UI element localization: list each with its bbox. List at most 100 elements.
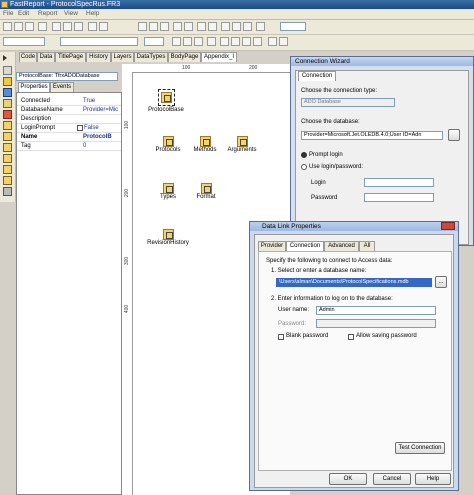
save-icon[interactable]: [25, 22, 34, 31]
font-color-icon[interactable]: [207, 37, 216, 46]
close-icon[interactable]: [441, 222, 455, 230]
tab-appendix[interactable]: Appendix_I: [201, 52, 237, 62]
tab-history[interactable]: History: [86, 52, 111, 62]
use-login-radio[interactable]: [301, 164, 307, 170]
test-connection-button[interactable]: Test Connection: [395, 442, 445, 454]
password-field[interactable]: [364, 193, 434, 202]
tab-bodypage[interactable]: BodyPage: [168, 52, 201, 62]
dialog-object-icon[interactable]: [3, 154, 12, 163]
prop-value[interactable]: ProtocolB: [83, 133, 121, 141]
undo-icon[interactable]: [173, 22, 182, 31]
hand-tool-icon[interactable]: [3, 66, 12, 75]
tab-data[interactable]: Data: [37, 52, 55, 62]
prop-row-databasename[interactable]: DatabaseName Provider=Mic: [17, 106, 121, 115]
chart-object-icon[interactable]: [3, 165, 12, 174]
component-protocolbase[interactable]: ProtocolBase: [131, 89, 201, 113]
tab-provider[interactable]: Provider: [258, 241, 286, 251]
blank-password-checkbox[interactable]: [278, 334, 284, 340]
login-field[interactable]: [364, 178, 434, 187]
ok-button[interactable]: OK: [329, 473, 367, 485]
help-button[interactable]: Help: [415, 473, 451, 485]
zoom-combo[interactable]: [280, 22, 306, 31]
align-justify-icon[interactable]: [253, 37, 262, 46]
tab-layers[interactable]: Layers: [111, 52, 134, 62]
underline-icon[interactable]: [194, 37, 203, 46]
allow-saving-checkbox[interactable]: [348, 334, 354, 340]
menu-file[interactable]: File: [3, 10, 13, 17]
align-right-icon[interactable]: [242, 37, 251, 46]
tab-events[interactable]: Events: [50, 82, 74, 92]
prop-value[interactable]: Provider=Mic: [83, 106, 121, 114]
delete-page-icon[interactable]: [63, 22, 72, 31]
loginprompt-checkbox[interactable]: [77, 125, 83, 131]
variables-icon[interactable]: [88, 22, 97, 31]
tab-properties[interactable]: Properties: [18, 82, 50, 92]
picture-object-icon[interactable]: [3, 88, 12, 97]
align-left-icon[interactable]: [220, 37, 229, 46]
database-field[interactable]: Provider=Microsoft.Jet.OLEDB.4.0;User ID…: [301, 131, 443, 140]
menu-report[interactable]: Report: [38, 10, 58, 17]
cancel-button[interactable]: Cancel: [373, 473, 411, 485]
tab-connection[interactable]: Connection: [298, 71, 336, 81]
browse-button[interactable]: [448, 129, 460, 141]
page-setup-icon[interactable]: [74, 22, 83, 31]
style-combo[interactable]: [3, 37, 45, 46]
new-icon[interactable]: [3, 22, 12, 31]
tab-titlepage[interactable]: TitlePage: [55, 52, 86, 62]
tab-advanced[interactable]: Advanced: [324, 241, 359, 251]
barcode-object-icon[interactable]: [3, 176, 12, 185]
query-object-icon[interactable]: [3, 143, 12, 152]
tab-code[interactable]: Code: [19, 52, 37, 62]
ungroup-icon[interactable]: [208, 22, 217, 31]
text-object-icon[interactable]: [3, 77, 12, 86]
dlp-password-field[interactable]: [316, 319, 436, 328]
grid-icon[interactable]: [221, 22, 230, 31]
valign-top-icon[interactable]: [268, 37, 277, 46]
component-format[interactable]: Format: [171, 183, 241, 200]
cut-icon[interactable]: [138, 22, 147, 31]
database-object-icon[interactable]: [3, 121, 12, 130]
component-arguments[interactable]: Arguments: [207, 136, 277, 153]
menu-view[interactable]: View: [64, 10, 78, 17]
menu-edit[interactable]: Edit: [18, 10, 29, 17]
group-icon[interactable]: [197, 22, 206, 31]
tab-connection-dlp[interactable]: Connection: [286, 241, 324, 251]
preview-icon[interactable]: [38, 22, 47, 31]
table-object-icon[interactable]: [3, 132, 12, 141]
component-revisionhistory[interactable]: RevisionHistory: [133, 229, 203, 246]
subreport-icon[interactable]: [3, 110, 12, 119]
prop-row-loginprompt[interactable]: LoginPrompt False: [17, 124, 121, 133]
prop-value[interactable]: True: [83, 97, 121, 105]
prop-row-name[interactable]: Name ProtocolB: [17, 133, 121, 142]
font-combo[interactable]: [60, 37, 138, 46]
italic-icon[interactable]: [183, 37, 192, 46]
prop-value[interactable]: 0: [83, 142, 121, 150]
prop-value[interactable]: False: [84, 124, 122, 132]
data-icon[interactable]: [99, 22, 108, 31]
database-name-field[interactable]: \Users\alman\Documents\ProtocolSpecifica…: [276, 278, 432, 287]
paste-icon[interactable]: [160, 22, 169, 31]
tab-datatypes[interactable]: DataTypes: [134, 52, 168, 62]
valign-middle-icon[interactable]: [279, 37, 288, 46]
zoom-icon[interactable]: [256, 22, 265, 31]
band-object-icon[interactable]: [3, 99, 12, 108]
new-page-icon[interactable]: [52, 22, 61, 31]
prop-row-description[interactable]: Description: [17, 115, 121, 124]
align-center-icon[interactable]: [231, 37, 240, 46]
object-selector[interactable]: ProtocolBase: TfrxADODatabase: [16, 72, 118, 81]
align-grid-icon[interactable]: [232, 22, 241, 31]
menu-help[interactable]: Help: [86, 10, 99, 17]
redo-icon[interactable]: [184, 22, 193, 31]
copy-icon[interactable]: [149, 22, 158, 31]
conn-type-select[interactable]: ADO Database: [301, 98, 395, 107]
select-tool-icon[interactable]: [3, 55, 7, 61]
fit-grid-icon[interactable]: [243, 22, 252, 31]
dlp-browse-button[interactable]: ...: [435, 276, 447, 288]
more-objects-icon[interactable]: [3, 187, 12, 196]
bold-icon[interactable]: [172, 37, 181, 46]
tab-all[interactable]: All: [359, 241, 375, 251]
prompt-login-radio[interactable]: [301, 152, 307, 158]
font-size-combo[interactable]: [144, 37, 164, 46]
open-icon[interactable]: [14, 22, 23, 31]
prop-row-tag[interactable]: Tag 0: [17, 142, 121, 151]
